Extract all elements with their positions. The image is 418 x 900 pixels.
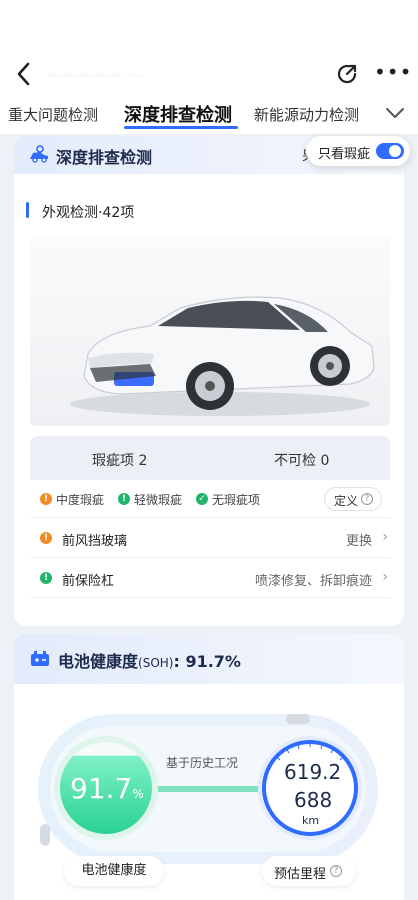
soh-unit: % [132,787,144,801]
deep-inspection-card: 深度排查检测 另 外观检测·42项 瑕疵项 2 不可检 0 ! 中度瑕疵 ! 轻… [14,136,404,626]
soh-number: 91.7 [70,772,133,805]
card-header: 电池健康度(SOH): 91.7% [14,634,404,684]
check-icon: ✓ [196,493,208,505]
legend-moderate: 中度瑕疵 [56,493,105,507]
tab-new-energy[interactable]: 新能源动力检测 [254,104,359,125]
toggle-label: 只看瑕疵 [318,147,371,162]
chevron-right-icon: › [382,569,388,585]
section-marker [26,202,29,218]
battery-title-value: : 91.7% [173,652,241,671]
list-item[interactable]: ! 前风挡玻璃 更换 › [30,518,390,558]
uncheckable-count: 不可检 0 [274,453,330,469]
inspection-icon [30,145,48,163]
battery-health-card: 电池健康度(SOH): 91.7% 基于历史工况 91.7% 619.2 688… [14,634,404,900]
battery-gauge: 基于历史工况 91.7% 619.2 688 km [38,710,378,880]
nav-bar: …………… … ••• [0,52,418,96]
defect-legend: ! 中度瑕疵 ! 轻微瑕疵 ✓ 无瑕疵项 定义 ? [30,480,390,518]
item-name: 前风挡玻璃 [62,534,128,549]
range-label[interactable]: 预估里程 ? [262,856,356,886]
exclamation-icon: ! [118,493,130,505]
list-item[interactable]: ! 前保险杠 喷漆修复、拆卸痕迹 › [30,558,390,598]
exclamation-icon: ! [40,572,52,584]
share-icon[interactable] [334,61,360,87]
car-illustration [70,296,375,416]
definition-label: 定义 [334,494,359,508]
item-value: 喷漆修复、拆卸痕迹 [254,574,372,589]
legend-none: 无瑕疵项 [212,493,261,507]
page-title: …………… … [48,64,144,80]
defect-summary: 瑕疵项 2 不可检 0 [30,436,390,480]
toggle-knob [389,145,401,157]
tab-bar: 重大问题检测 深度排查检测 新能源动力检测 [0,96,418,134]
chevron-down-icon[interactable] [384,104,406,122]
back-icon[interactable] [12,60,36,88]
soh-label: 电池健康度 [64,856,164,886]
range-label-text: 预估里程 [274,867,327,882]
tab-deep-inspection[interactable]: 深度排查检测 [124,101,232,127]
status-bar [0,0,418,52]
card-title: 深度排查检测 [56,148,153,167]
soh-value: 91.7% [70,772,144,805]
history-label: 基于历史工况 [166,756,239,770]
defect-count: 瑕疵项 2 [92,453,148,469]
battery-title-suffix: (SOH) [138,656,174,670]
car-image [30,236,390,426]
chevron-right-icon: › [382,529,388,545]
battery-icon [31,651,49,666]
range-top-value: 619.2 [284,760,342,784]
range-bottom-value: 688 [294,788,333,812]
question-icon: ? [361,493,373,505]
card-title: 电池健康度(SOH): 91.7% [58,648,241,672]
tab-active-indicator [124,126,238,129]
section-title: 外观检测·42项 [42,205,135,221]
range-unit: km [302,814,320,827]
more-icon[interactable]: ••• [374,62,411,85]
toggle-switch[interactable] [376,143,404,159]
only-defects-toggle[interactable]: 只看瑕疵 [306,136,410,166]
definition-button[interactable]: 定义 ? [324,487,382,511]
battery-title-text: 电池健康度 [58,652,139,671]
item-value: 更换 [345,534,372,549]
exclamation-icon: ! [40,493,52,505]
tab-major-issues[interactable]: 重大问题检测 [8,104,98,125]
question-icon: ? [330,865,342,877]
legend-minor: 轻微瑕疵 [134,493,183,507]
exclamation-icon: ! [40,532,52,544]
item-name: 前保险杠 [62,574,115,589]
